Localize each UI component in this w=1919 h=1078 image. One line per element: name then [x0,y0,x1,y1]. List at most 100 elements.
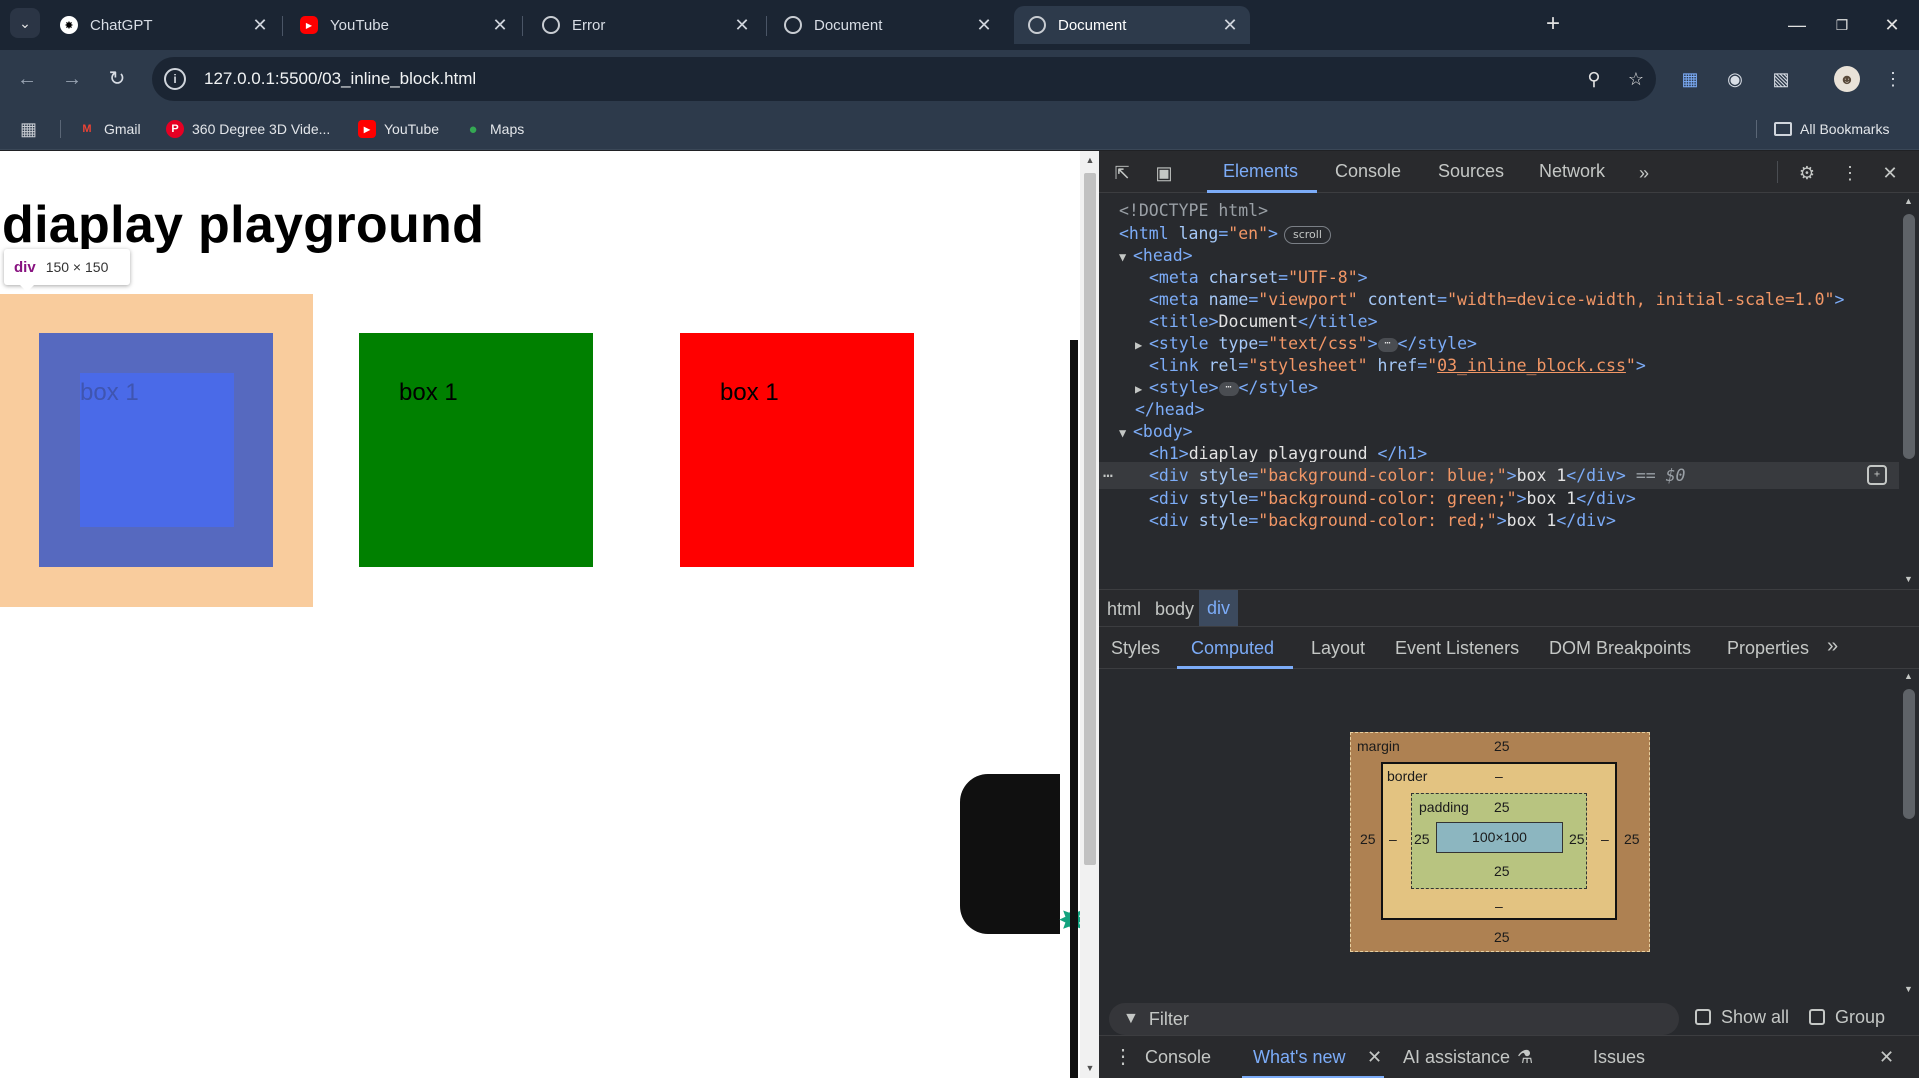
device-toolbar-icon[interactable]: ▣ [1151,160,1177,186]
collapsed-content-icon[interactable]: ⋯ [1377,337,1398,352]
breadcrumb-html[interactable]: html [1107,599,1141,620]
page-scrollbar[interactable]: ▲ ▼ [1080,151,1100,1078]
drawer-tab-console[interactable]: Console [1145,1047,1211,1068]
close-tab-icon[interactable]: ✕ [1218,15,1242,36]
tab-search-button[interactable]: ⌄ [10,8,40,38]
pinterest-icon: P [166,120,184,138]
drawer-close-icon[interactable]: ✕ [1879,1047,1894,1068]
forward-button[interactable]: → [55,62,89,96]
box-green[interactable]: box 1 [359,333,593,567]
dom-node-div-red[interactable]: <div style="background-color: red;">box … [1099,507,1899,534]
close-whats-new-icon[interactable]: ✕ [1367,1047,1382,1068]
subtab-computed[interactable]: Computed [1191,638,1274,659]
tab-document[interactable]: Document ✕ [770,6,1004,44]
translate-icon[interactable]: ▦ [1675,64,1705,94]
reload-button[interactable]: ↻ [100,62,134,96]
computed-scrollbar[interactable]: ▲ ▼ [1899,669,1919,999]
margin-left-value[interactable]: 25 [1360,831,1376,847]
tab-network[interactable]: Network [1539,161,1605,182]
page-scrollbar-thumb[interactable] [1084,173,1096,865]
all-bookmarks[interactable]: All Bookmarks [1774,119,1889,139]
computed-scrollbar-thumb[interactable] [1903,689,1915,819]
border-bottom-value[interactable]: – [1495,898,1503,914]
drawer-tab-issues[interactable]: Issues [1593,1047,1645,1068]
minimize-button[interactable]: — [1777,10,1817,40]
breadcrumb-div[interactable]: div [1199,590,1239,626]
more-tabs-icon[interactable]: » [1631,160,1657,186]
screenshot-icon[interactable]: ◉ [1720,64,1750,94]
subtab-dom-breakpoints[interactable]: DOM Breakpoints [1549,638,1691,659]
tab-chatgpt[interactable]: ✸ ChatGPT ✕ [46,6,280,44]
subtab-layout[interactable]: Layout [1311,638,1365,659]
tab-youtube[interactable]: ▶ YouTube ✕ [286,6,520,44]
scroll-up-arrow[interactable]: ▲ [1084,155,1096,165]
scroll-down-arrow[interactable]: ▼ [1904,574,1913,584]
floating-panel-handle[interactable] [960,774,1060,934]
profile-avatar[interactable]: ☻ [1834,66,1860,92]
subtab-properties[interactable]: Properties [1727,638,1809,659]
tab-elements[interactable]: Elements [1223,161,1298,182]
border-top-value[interactable]: – [1495,768,1503,784]
address-bar[interactable]: i 127.0.0.1:5500/03_inline_block.html ⚲ … [152,57,1656,101]
bookmark-gmail[interactable]: M Gmail [78,119,140,139]
site-info-icon[interactable]: i [164,68,186,90]
stylesheet-link[interactable]: 03_inline_block.css [1437,356,1626,375]
extensions-icon[interactable]: ▧ [1766,64,1796,94]
apps-grid-icon[interactable]: ▦ [20,119,37,139]
drawer-tab-whats-new[interactable]: What's new [1253,1047,1345,1068]
bookmark-maps[interactable]: ● Maps [464,119,524,139]
padding-bottom-value[interactable]: 25 [1494,863,1510,879]
padding-right-value[interactable]: 25 [1569,831,1585,847]
tab-separator [282,16,283,36]
box-red[interactable]: box 1 [680,333,914,567]
drawer-tab-ai-assistance[interactable]: AI assistance [1403,1047,1510,1068]
group-checkbox[interactable] [1809,1009,1825,1025]
menu-kebab-icon[interactable]: ⋮ [1878,64,1908,94]
bookmark-star-icon[interactable]: ☆ [1624,67,1648,91]
devtools-close-icon[interactable]: ✕ [1877,160,1903,186]
close-tab-icon[interactable]: ✕ [730,15,754,36]
filter-input[interactable]: ▼ Filter [1109,1003,1679,1035]
dom-scrollbar[interactable]: ▲ ▼ [1899,194,1919,589]
ai-assist-icon[interactable]: + [1867,465,1887,485]
settings-gear-icon[interactable]: ⚙ [1794,160,1820,186]
url-text[interactable]: 127.0.0.1:5500/03_inline_block.html [204,69,476,89]
show-all-checkbox[interactable] [1695,1009,1711,1025]
inspect-element-icon[interactable]: ⇱ [1109,160,1135,186]
border-right-value[interactable]: – [1601,831,1609,847]
margin-top-value[interactable]: 25 [1494,738,1510,754]
padding-top-value[interactable]: 25 [1494,799,1510,815]
collapsed-content-icon[interactable]: ⋯ [1218,381,1239,396]
more-subtabs-icon[interactable]: » [1827,635,1838,658]
tab-console[interactable]: Console [1335,161,1401,182]
subtab-styles[interactable]: Styles [1111,638,1160,659]
scroll-badge[interactable]: scroll [1283,225,1331,244]
new-tab-button[interactable]: + [1538,10,1568,40]
scroll-down-arrow[interactable]: ▼ [1904,984,1913,994]
devtools-menu-icon[interactable]: ⋮ [1837,160,1863,186]
bookmark-youtube[interactable]: ▶ YouTube [358,119,439,139]
drawer-menu-icon[interactable]: ⋮ [1113,1044,1133,1069]
restore-button[interactable]: ❐ [1822,10,1862,40]
box-model-content[interactable]: 100×100 [1436,822,1563,853]
scroll-down-arrow[interactable]: ▼ [1084,1063,1096,1073]
scroll-up-arrow[interactable]: ▲ [1904,671,1913,681]
close-tab-icon[interactable]: ✕ [248,15,272,36]
bookmark-360[interactable]: P 360 Degree 3D Vide... [166,119,330,139]
breadcrumb-body[interactable]: body [1155,599,1194,620]
tab-document-active[interactable]: Document ✕ [1014,6,1250,44]
back-button[interactable]: ← [10,62,44,96]
tab-error[interactable]: Error ✕ [528,6,762,44]
tab-sources[interactable]: Sources [1438,161,1504,182]
margin-bottom-value[interactable]: 25 [1494,929,1510,945]
window-close-button[interactable]: ✕ [1872,10,1912,40]
padding-left-value[interactable]: 25 [1414,831,1430,847]
close-tab-icon[interactable]: ✕ [488,15,512,36]
subtab-event-listeners[interactable]: Event Listeners [1395,638,1519,659]
close-tab-icon[interactable]: ✕ [972,15,996,36]
scroll-up-arrow[interactable]: ▲ [1904,196,1913,206]
dom-scrollbar-thumb[interactable] [1903,214,1915,459]
zoom-icon[interactable]: ⚲ [1582,67,1606,91]
border-left-value[interactable]: – [1389,831,1397,847]
margin-right-value[interactable]: 25 [1624,831,1640,847]
